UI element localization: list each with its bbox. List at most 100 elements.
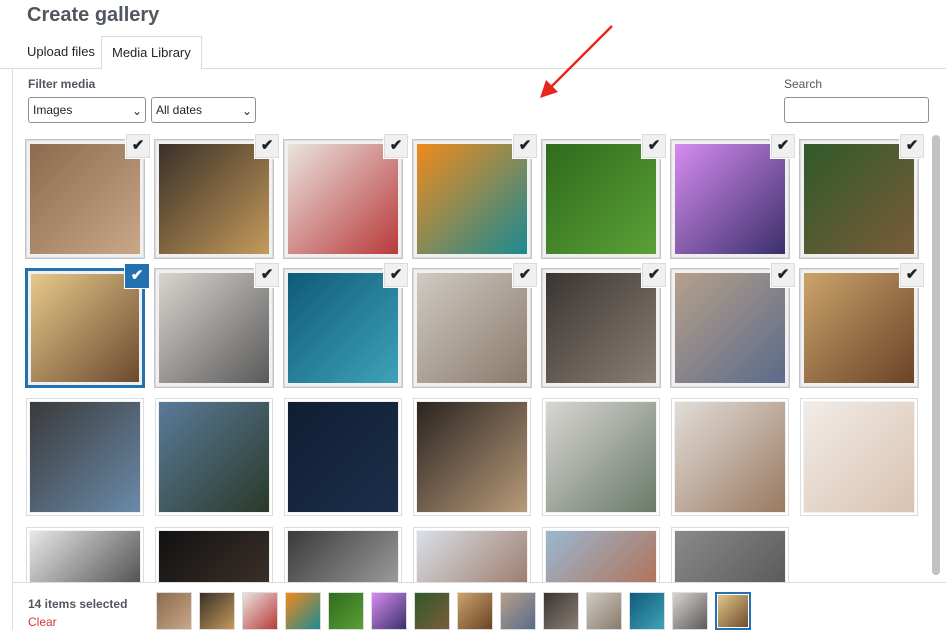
attachment-thumbnail (288, 531, 398, 582)
search-input[interactable] (784, 97, 929, 123)
checkmark-icon[interactable]: ✔ (900, 263, 924, 287)
tab-media-library[interactable]: Media Library (101, 36, 202, 70)
attachment-thumbnail (30, 144, 140, 254)
media-type-select[interactable]: Images ⌄ (28, 97, 146, 123)
annotation-arrow-icon (540, 25, 613, 98)
selection-count: 14 items selected (28, 597, 128, 611)
media-toolbar: Filter media Images ⌄ All dates ⌄ Search (12, 69, 946, 131)
checkmark-icon[interactable]: ✔ (125, 264, 149, 288)
attachment-tile[interactable]: ✔ (155, 263, 279, 387)
attachment-thumbnail (417, 273, 527, 383)
selection-footer: 14 items selected Clear (12, 582, 946, 630)
attachment-thumbnail (546, 402, 656, 512)
grid-scrollbar[interactable] (930, 131, 942, 582)
attachment-thumbnail (546, 273, 656, 383)
checkmark-icon[interactable]: ✔ (771, 134, 795, 158)
search-label: Search (784, 77, 823, 91)
selected-thumbnail[interactable] (156, 592, 192, 630)
attachment-thumbnail (804, 273, 914, 383)
tab-upload-files[interactable]: Upload files (17, 36, 105, 69)
attachment-tile[interactable] (26, 527, 144, 582)
checkmark-icon[interactable]: ✔ (513, 263, 537, 287)
attachment-thumbnail (288, 402, 398, 512)
attachment-tile[interactable] (671, 527, 789, 582)
attachment-tile[interactable]: ✔ (542, 263, 666, 387)
selected-thumbnail[interactable] (199, 592, 235, 630)
date-filter-value: All dates (156, 103, 203, 117)
filter-media-label: Filter media (28, 77, 96, 91)
attachment-tile[interactable]: ✔ (26, 134, 150, 258)
attachment-tile[interactable] (413, 527, 531, 582)
modal-title: Create gallery (27, 4, 160, 26)
chevron-down-icon: ⌄ (131, 104, 142, 118)
selected-thumbnail[interactable] (500, 592, 536, 630)
attachment-thumbnail (417, 531, 527, 582)
attachment-tile[interactable] (671, 398, 789, 516)
attachment-thumbnail (546, 531, 656, 582)
selected-thumbnail[interactable] (242, 592, 278, 630)
attachment-tile[interactable]: ✔ (671, 263, 795, 387)
attachment-thumbnail (546, 144, 656, 254)
attachment-thumbnail (804, 144, 914, 254)
attachment-thumbnail (675, 144, 785, 254)
selected-thumbnail[interactable] (414, 592, 450, 630)
attachment-thumbnail (804, 402, 914, 512)
checkmark-icon[interactable]: ✔ (255, 134, 279, 158)
checkmark-icon[interactable]: ✔ (900, 134, 924, 158)
chevron-down-icon: ⌄ (241, 104, 252, 118)
selected-thumbnail[interactable] (371, 592, 407, 630)
attachment-tile[interactable] (800, 398, 918, 516)
attachment-thumbnail (31, 274, 139, 382)
attachment-tile[interactable]: ✔ (284, 263, 408, 387)
attachment-tile[interactable] (155, 398, 273, 516)
attachment-thumbnail (288, 144, 398, 254)
selected-thumbnail[interactable] (285, 592, 321, 630)
attachment-tile[interactable] (284, 527, 402, 582)
attachment-tile[interactable] (284, 398, 402, 516)
attachment-tile[interactable] (26, 398, 144, 516)
attachment-tile[interactable]: ✔ (26, 264, 149, 387)
scrollbar-thumb[interactable] (932, 135, 940, 575)
selected-thumbnail[interactable] (586, 592, 622, 630)
attachment-tile[interactable]: ✔ (671, 134, 795, 258)
attachment-tile[interactable] (542, 527, 660, 582)
checkmark-icon[interactable]: ✔ (126, 134, 150, 158)
checkmark-icon[interactable]: ✔ (513, 134, 537, 158)
attachment-tile[interactable]: ✔ (413, 134, 537, 258)
attachment-tile[interactable]: ✔ (155, 134, 279, 258)
checkmark-icon[interactable]: ✔ (771, 263, 795, 287)
attachment-thumbnail (417, 402, 527, 512)
checkmark-icon[interactable]: ✔ (642, 134, 666, 158)
selected-thumbnail[interactable] (672, 592, 708, 630)
media-tabs: Upload files Media Library (0, 36, 946, 70)
checkmark-icon[interactable]: ✔ (642, 263, 666, 287)
checkmark-icon[interactable]: ✔ (384, 263, 408, 287)
attachment-thumbnail (675, 402, 785, 512)
selected-thumbnail[interactable] (543, 592, 579, 630)
attachment-thumbnail (159, 402, 269, 512)
attachment-tile[interactable] (413, 398, 531, 516)
selected-thumbnail[interactable] (457, 592, 493, 630)
attachment-thumbnail (30, 402, 140, 512)
selected-thumbnail[interactable] (629, 592, 665, 630)
clear-selection-link[interactable]: Clear (28, 615, 57, 629)
attachment-thumbnail (159, 273, 269, 383)
attachment-tile[interactable]: ✔ (800, 134, 924, 258)
attachment-tile[interactable]: ✔ (542, 134, 666, 258)
attachment-thumbnail (675, 531, 785, 582)
checkmark-icon[interactable]: ✔ (384, 134, 408, 158)
date-filter-select[interactable]: All dates ⌄ (151, 97, 256, 123)
attachment-tile[interactable]: ✔ (284, 134, 408, 258)
attachment-thumbnail (159, 531, 269, 582)
attachment-thumbnail (675, 273, 785, 383)
selected-thumbnail[interactable] (328, 592, 364, 630)
attachment-tile[interactable] (155, 527, 273, 582)
selected-thumbnail[interactable] (715, 592, 751, 630)
attachment-tile[interactable] (542, 398, 660, 516)
checkmark-icon[interactable]: ✔ (255, 263, 279, 287)
media-type-value: Images (33, 103, 73, 117)
attachment-tile[interactable]: ✔ (800, 263, 924, 387)
attachment-tile[interactable]: ✔ (413, 263, 537, 387)
media-modal: Create gallery Upload files Media Librar… (0, 0, 946, 630)
attachment-thumbnail (417, 144, 527, 254)
